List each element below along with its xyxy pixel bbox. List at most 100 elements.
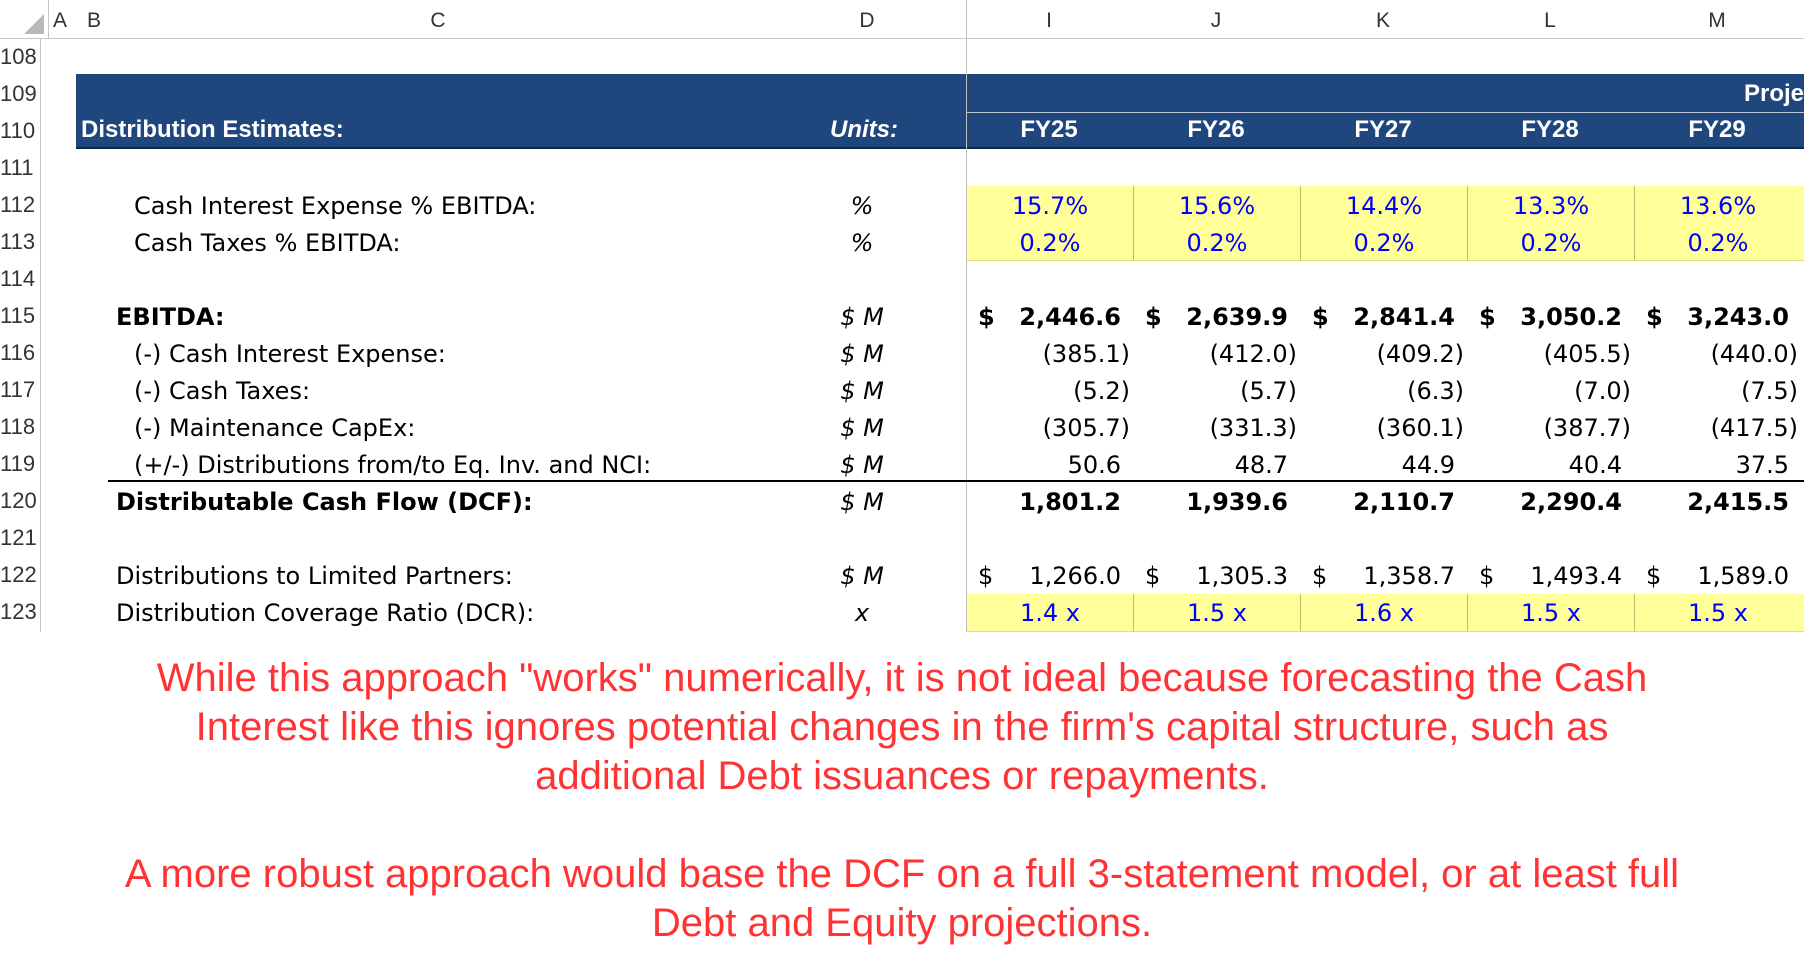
ebitda-fy27[interactable]: 2,841.4 [1334, 303, 1455, 331]
cash-interest-fy27[interactable]: (409.2) [1334, 340, 1464, 368]
row-header-121[interactable]: 121 [0, 525, 40, 551]
maint-capex-fy25[interactable]: (305.7) [1000, 414, 1130, 442]
cash-interest-pct-fy29[interactable]: 13.6% [1635, 192, 1801, 220]
maint-capex-fy28[interactable]: (387.7) [1501, 414, 1631, 442]
dcr-fy26[interactable]: 1.5 x [1134, 599, 1300, 627]
dcf-fy27[interactable]: 2,110.7 [1334, 488, 1455, 516]
column-header-k[interactable]: K [1300, 0, 1466, 38]
ebitda-fy25[interactable]: 2,446.6 [1000, 303, 1121, 331]
cash-taxes-fy28[interactable]: (7.0) [1501, 377, 1631, 405]
row-header-113[interactable]: 113 [0, 229, 40, 255]
row-label-cash-taxes-pct: Cash Taxes % EBITDA: [134, 229, 401, 257]
row-header-123[interactable]: 123 [0, 599, 40, 625]
currency-symbol: $ [1312, 303, 1329, 331]
cash-taxes-fy26[interactable]: (5.7) [1167, 377, 1297, 405]
column-header-i[interactable]: I [966, 0, 1132, 38]
cash-interest-fy28[interactable]: (405.5) [1501, 340, 1631, 368]
dcf-fy25[interactable]: 1,801.2 [1000, 488, 1121, 516]
dcr-fy27[interactable]: 1.6 x [1301, 599, 1467, 627]
row-header-111[interactable]: 111 [0, 155, 40, 181]
distributions-lp-fy27[interactable]: 1,358.7 [1334, 562, 1455, 590]
column-header-b[interactable]: B [80, 0, 108, 38]
ebitda-fy29[interactable]: 3,243.0 [1668, 303, 1789, 331]
dcf-fy26[interactable]: 1,939.6 [1167, 488, 1288, 516]
row-header-120[interactable]: 120 [0, 488, 40, 514]
ebitda-fy28[interactable]: 3,050.2 [1501, 303, 1622, 331]
dcr-fy29[interactable]: 1.5 x [1635, 599, 1801, 627]
distributions-eq-fy28[interactable]: 40.4 [1501, 451, 1622, 479]
cash-taxes-pct-fy28[interactable]: 0.2% [1468, 229, 1634, 257]
currency-symbol: $ [1646, 562, 1662, 590]
row-header-110[interactable]: 110 [0, 118, 40, 144]
cash-interest-pct-fy27[interactable]: 14.4% [1301, 192, 1467, 220]
distributions-lp-fy25[interactable]: 1,266.0 [1000, 562, 1121, 590]
cash-taxes-fy29[interactable]: (7.5) [1668, 377, 1798, 405]
distributions-lp-fy26[interactable]: 1,305.3 [1167, 562, 1288, 590]
distributions-eq-fy25[interactable]: 50.6 [1000, 451, 1121, 479]
column-header-j[interactable]: J [1133, 0, 1299, 38]
cash-taxes-pct-fy26[interactable]: 0.2% [1134, 229, 1300, 257]
total-border [108, 480, 1804, 482]
row-header-119[interactable]: 119 [0, 451, 40, 477]
column-header-a[interactable]: A [48, 0, 72, 38]
row-label-cash-interest-pct: Cash Interest Expense % EBITDA: [134, 192, 537, 220]
row-label-distributions-eq: (+/-) Distributions from/to Eq. Inv. and… [134, 451, 652, 479]
cash-interest-pct-fy28[interactable]: 13.3% [1468, 192, 1634, 220]
row-label-distributions-lp: Distributions to Limited Partners: [116, 562, 513, 590]
section-title: Distribution Estimates: [81, 116, 344, 143]
row-header-118[interactable]: 118 [0, 414, 40, 440]
distributions-eq-fy29[interactable]: 37.5 [1668, 451, 1789, 479]
cash-taxes-fy27[interactable]: (6.3) [1334, 377, 1464, 405]
column-header-l[interactable]: L [1467, 0, 1633, 38]
select-all-corner[interactable] [0, 0, 49, 38]
distributions-eq-fy26[interactable]: 48.7 [1167, 451, 1288, 479]
ebitda-fy26[interactable]: 2,639.9 [1167, 303, 1288, 331]
unit-cell: $ M [840, 414, 884, 442]
dcr-fy25[interactable]: 1.4 x [967, 599, 1133, 627]
note-2-line-2: Debt and Equity projections. [651, 901, 1153, 945]
row-header-114[interactable]: 114 [0, 266, 40, 292]
row-header-115[interactable]: 115 [0, 303, 40, 329]
unit-cell: $ M [840, 303, 884, 331]
cash-taxes-pct-fy29[interactable]: 0.2% [1635, 229, 1801, 257]
unit-cell: % [850, 192, 874, 220]
select-all-triangle-icon [24, 14, 44, 34]
column-header-c[interactable]: C [108, 0, 768, 38]
dcf-fy28[interactable]: 2,290.4 [1501, 488, 1622, 516]
row-header-112[interactable]: 112 [0, 192, 40, 218]
year-header-fy25: FY25 [1020, 116, 1078, 143]
column-header-m[interactable]: M [1634, 0, 1800, 38]
currency-symbol: $ [978, 303, 995, 331]
currency-symbol: $ [978, 562, 994, 590]
column-header-d[interactable]: D [768, 0, 966, 38]
row-header-109[interactable]: 109 [0, 81, 40, 107]
dcr-fy28[interactable]: 1.5 x [1468, 599, 1634, 627]
distributions-lp-fy28[interactable]: 1,493.4 [1501, 562, 1622, 590]
cash-interest-pct-fy25[interactable]: 15.7% [967, 192, 1133, 220]
distributions-eq-fy27[interactable]: 44.9 [1334, 451, 1455, 479]
spreadsheet: A B C D I J K L M 108 109 110 111 112 11… [0, 0, 1804, 632]
cash-interest-fy26[interactable]: (412.0) [1167, 340, 1297, 368]
maint-capex-fy27[interactable]: (360.1) [1334, 414, 1464, 442]
cash-taxes-pct-fy27[interactable]: 0.2% [1301, 229, 1467, 257]
row-label-maint-capex: (-) Maintenance CapEx: [134, 414, 416, 442]
dcf-fy29[interactable]: 2,415.5 [1668, 488, 1789, 516]
note-2-line-1: A more robust approach would base the DC… [124, 852, 1680, 896]
row-header-122[interactable]: 122 [0, 562, 40, 588]
cash-taxes-fy25[interactable]: (5.2) [1000, 377, 1130, 405]
distributions-lp-fy29[interactable]: 1,589.0 [1668, 562, 1789, 590]
unit-cell: % [850, 229, 874, 257]
unit-cell: $ M [840, 488, 884, 516]
currency-symbol: $ [1145, 303, 1162, 331]
row-header-117[interactable]: 117 [0, 377, 40, 403]
currency-symbol: $ [1145, 562, 1161, 590]
row-header-116[interactable]: 116 [0, 340, 40, 366]
cash-taxes-pct-fy25[interactable]: 0.2% [967, 229, 1133, 257]
cash-interest-fy29[interactable]: (440.0) [1668, 340, 1798, 368]
cash-interest-pct-fy26[interactable]: 15.6% [1134, 192, 1300, 220]
maint-capex-fy29[interactable]: (417.5) [1668, 414, 1798, 442]
cash-interest-fy25[interactable]: (385.1) [1000, 340, 1130, 368]
currency-symbol: $ [1312, 562, 1328, 590]
maint-capex-fy26[interactable]: (331.3) [1167, 414, 1297, 442]
row-header-108[interactable]: 108 [0, 44, 40, 70]
